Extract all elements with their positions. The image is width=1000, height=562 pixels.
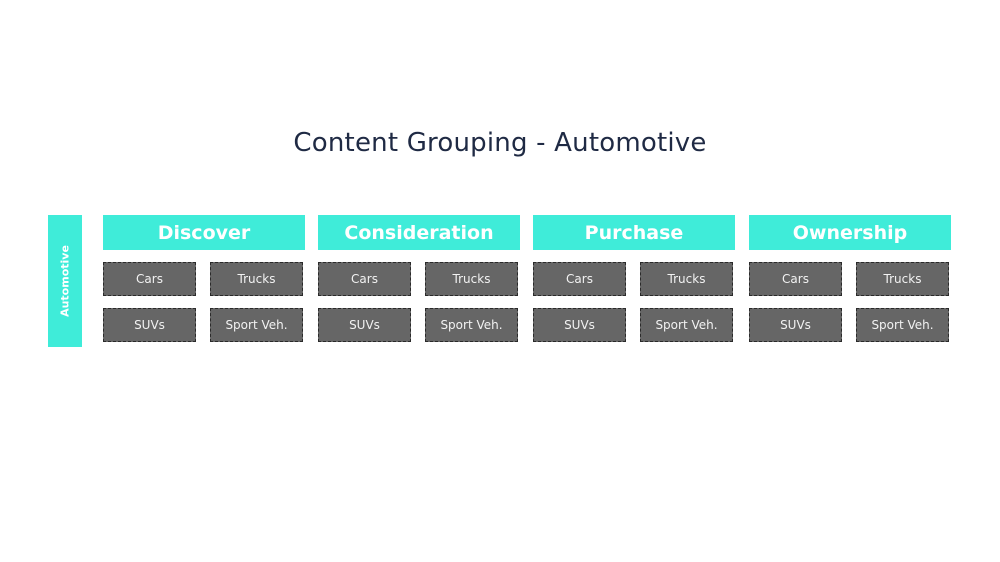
content-group-cell: Cars [318, 262, 411, 296]
stage-column-consideration: Consideration Cars Trucks SUVs Sport Veh… [318, 215, 520, 344]
content-group-cell: Cars [103, 262, 196, 296]
stage-header: Consideration [318, 215, 520, 250]
category-side-label-text: Automotive [58, 245, 72, 317]
content-group-cell: Trucks [856, 262, 949, 296]
stage-column-purchase: Purchase Cars Trucks SUVs Sport Veh. [533, 215, 735, 344]
content-group-cell: SUVs [318, 308, 411, 342]
content-group-cell: Sport Veh. [425, 308, 518, 342]
content-group-cell: Cars [749, 262, 842, 296]
stage-items: Cars Trucks SUVs Sport Veh. [103, 262, 305, 344]
stage-header: Discover [103, 215, 305, 250]
stage-header: Ownership [749, 215, 951, 250]
content-group-cell: SUVs [749, 308, 842, 342]
content-group-cell: SUVs [533, 308, 626, 342]
content-group-cell: SUVs [103, 308, 196, 342]
stage-column-ownership: Ownership Cars Trucks SUVs Sport Veh. [749, 215, 951, 344]
stage-items: Cars Trucks SUVs Sport Veh. [318, 262, 520, 344]
category-side-label: Automotive [48, 215, 82, 347]
stage-header: Purchase [533, 215, 735, 250]
stage-items: Cars Trucks SUVs Sport Veh. [749, 262, 951, 344]
content-group-cell: Trucks [210, 262, 303, 296]
stage-items: Cars Trucks SUVs Sport Veh. [533, 262, 735, 344]
content-group-cell: Sport Veh. [856, 308, 949, 342]
content-group-cell: Trucks [425, 262, 518, 296]
content-group-cell: Trucks [640, 262, 733, 296]
stage-column-discover: Discover Cars Trucks SUVs Sport Veh. [103, 215, 305, 344]
content-group-cell: Sport Veh. [640, 308, 733, 342]
content-group-cell: Cars [533, 262, 626, 296]
diagram-title: Content Grouping - Automotive [293, 128, 707, 158]
content-group-cell: Sport Veh. [210, 308, 303, 342]
